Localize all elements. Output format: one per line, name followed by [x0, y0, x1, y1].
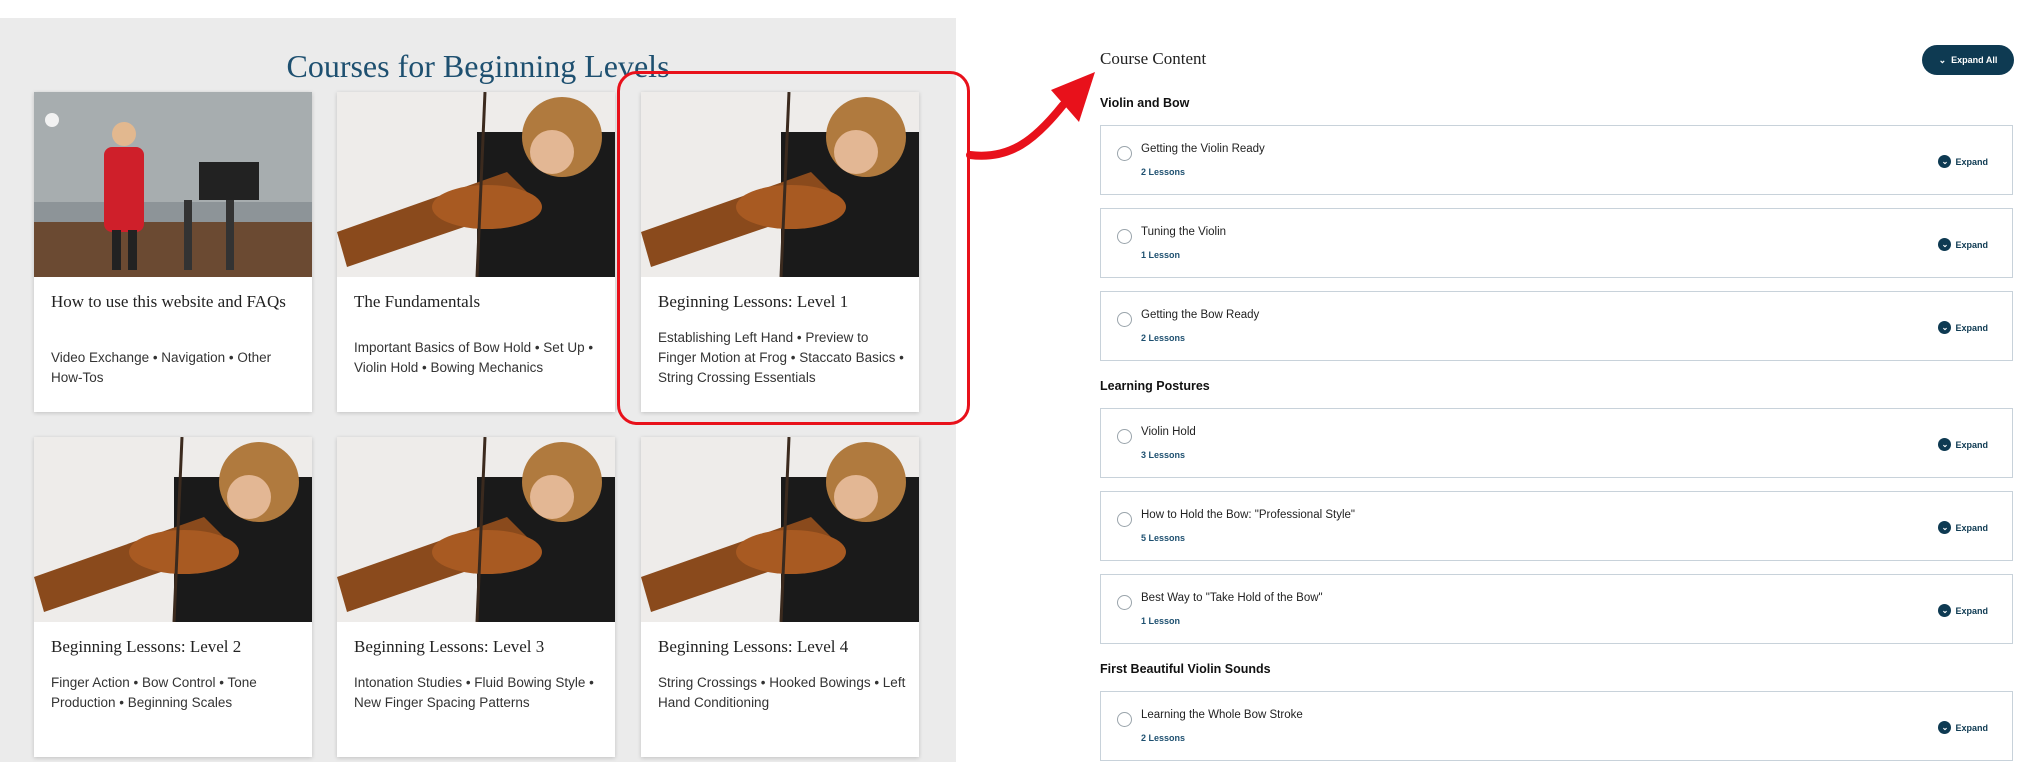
expand-label: Expand — [1955, 239, 1988, 250]
expand-label: Expand — [1955, 156, 1988, 167]
progress-circle-icon — [1117, 595, 1132, 610]
chevron-down-icon: ⌄ — [1938, 321, 1952, 334]
violinist-closeup-photo — [34, 437, 312, 622]
lesson-group-row[interactable]: Best Way to "Take Hold of the Bow" 1 Les… — [1100, 574, 2013, 644]
course-description: Finger Action • Bow Control • Tone Produ… — [51, 675, 257, 710]
course-card[interactable]: Beginning Lessons: Level 3 Intonation St… — [337, 437, 615, 757]
lesson-count: 3 Lessons — [1141, 450, 1186, 460]
instructor-studio-photo — [34, 92, 312, 277]
lesson-group-title: Violin Hold — [1141, 426, 1196, 438]
course-description: String Crossings • Hooked Bowings • Left… — [658, 675, 906, 710]
chevron-down-icon: ⌄ — [1938, 521, 1952, 534]
lesson-group-title: Best Way to "Take Hold of the Bow" — [1141, 592, 1323, 604]
progress-circle-icon — [1117, 312, 1132, 327]
lesson-group-title: Getting the Bow Ready — [1141, 309, 1260, 321]
violinist-closeup-photo — [641, 437, 919, 622]
expand-button[interactable]: ⌄ Expand — [1938, 438, 1988, 451]
expand-button[interactable]: ⌄ Expand — [1938, 321, 1988, 334]
highlight-box — [617, 71, 970, 425]
expand-button[interactable]: ⌄ Expand — [1938, 155, 1988, 168]
course-title: Beginning Lessons: Level 4 — [658, 637, 849, 656]
chevron-down-icon: ⌄ — [1938, 438, 1952, 451]
progress-circle-icon — [1117, 512, 1132, 527]
section-heading: First Beautiful Violin Sounds — [1100, 662, 1271, 676]
violinist-closeup-photo — [337, 437, 615, 622]
lesson-count: 2 Lessons — [1141, 167, 1186, 177]
expand-label: Expand — [1955, 439, 1988, 450]
expand-all-button[interactable]: ⌄ Expand All — [1922, 45, 2014, 75]
violinist-closeup-photo — [337, 92, 615, 277]
lesson-group-row[interactable]: How to Hold the Bow: "Professional Style… — [1100, 491, 2013, 561]
expand-label: Expand — [1955, 605, 1988, 616]
lesson-group-row[interactable]: Tuning the Violin 1 Lesson ⌄ Expand — [1100, 208, 2013, 278]
lesson-count: 2 Lessons — [1141, 333, 1186, 343]
chevron-down-icon: ⌄ — [1938, 604, 1952, 617]
lesson-group-title: Learning the Whole Bow Stroke — [1141, 709, 1303, 721]
section-heading: Learning Postures — [1100, 379, 1210, 393]
expand-button[interactable]: ⌄ Expand — [1938, 604, 1988, 617]
lesson-count: 5 Lessons — [1141, 533, 1186, 543]
expand-label: Expand — [1955, 322, 1988, 333]
course-title: Beginning Lessons: Level 2 — [51, 637, 242, 656]
expand-label: Expand — [1955, 722, 1988, 733]
course-card[interactable]: How to use this website and FAQs Video E… — [34, 92, 312, 412]
lesson-group-row[interactable]: Violin Hold 3 Lessons ⌄ Expand — [1100, 408, 2013, 478]
lesson-group-title: How to Hold the Bow: "Professional Style… — [1141, 509, 1355, 521]
expand-button[interactable]: ⌄ Expand — [1938, 238, 1988, 251]
progress-circle-icon — [1117, 146, 1132, 161]
lesson-count: 1 Lesson — [1141, 616, 1181, 626]
expand-button[interactable]: ⌄ Expand — [1938, 521, 1988, 534]
lesson-group-row[interactable]: Getting the Bow Ready 2 Lessons ⌄ Expand — [1100, 291, 2013, 361]
progress-circle-icon — [1117, 229, 1132, 244]
expand-button[interactable]: ⌄ Expand — [1938, 721, 1988, 734]
course-title: The Fundamentals — [354, 292, 481, 311]
expand-all-label: Expand All — [1951, 55, 1998, 65]
course-card[interactable]: Beginning Lessons: Level 2 Finger Action… — [34, 437, 312, 757]
course-description: Intonation Studies • Fluid Bowing Style … — [354, 675, 594, 710]
section-heading: Violin and Bow — [1100, 96, 1190, 110]
progress-circle-icon — [1117, 429, 1132, 444]
lesson-group-title: Getting the Violin Ready — [1141, 143, 1265, 155]
course-title: How to use this website and FAQs — [51, 292, 286, 311]
lesson-group-title: Tuning the Violin — [1141, 226, 1227, 238]
course-card[interactable]: The Fundamentals Important Basics of Bow… — [337, 92, 615, 412]
lesson-count: 2 Lessons — [1141, 733, 1186, 743]
chevron-down-icon: ⌄ — [1938, 721, 1952, 734]
course-title: Beginning Lessons: Level 3 — [354, 637, 545, 656]
progress-circle-icon — [1117, 712, 1132, 727]
chevron-down-icon: ⌄ — [1938, 155, 1952, 168]
course-description: Important Basics of Bow Hold • Set Up • … — [354, 340, 594, 375]
lesson-count: 1 Lesson — [1141, 250, 1181, 260]
course-description: Video Exchange • Navigation • Other How-… — [51, 350, 272, 385]
chevron-down-icon: ⌄ — [1938, 238, 1952, 251]
lesson-group-row[interactable]: Learning the Whole Bow Stroke 2 Lessons … — [1100, 691, 2013, 761]
expand-label: Expand — [1955, 522, 1988, 533]
chevron-down-icon: ⌄ — [1938, 54, 1947, 65]
course-card[interactable]: Beginning Lessons: Level 4 String Crossi… — [641, 437, 919, 757]
course-content-title: Course Content — [1100, 49, 1207, 68]
lesson-group-row[interactable]: Getting the Violin Ready 2 Lessons ⌄ Expa… — [1100, 125, 2013, 195]
red-arrow-icon — [966, 72, 1095, 160]
